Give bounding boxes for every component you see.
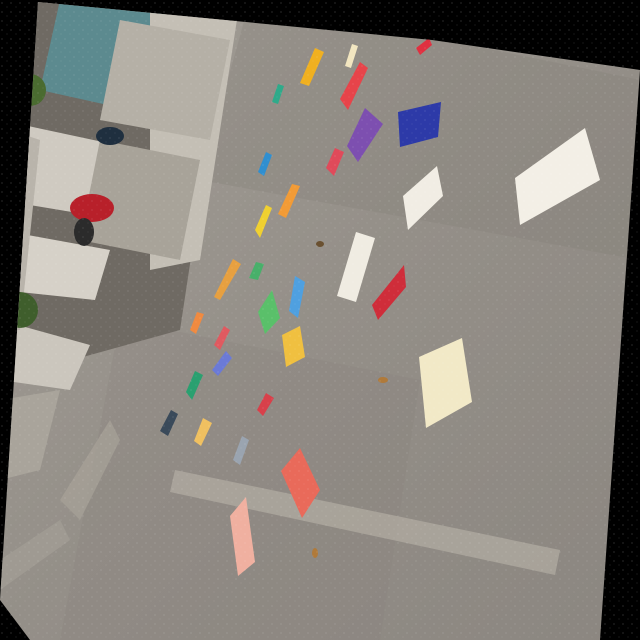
photo-canvas: [0, 0, 640, 640]
